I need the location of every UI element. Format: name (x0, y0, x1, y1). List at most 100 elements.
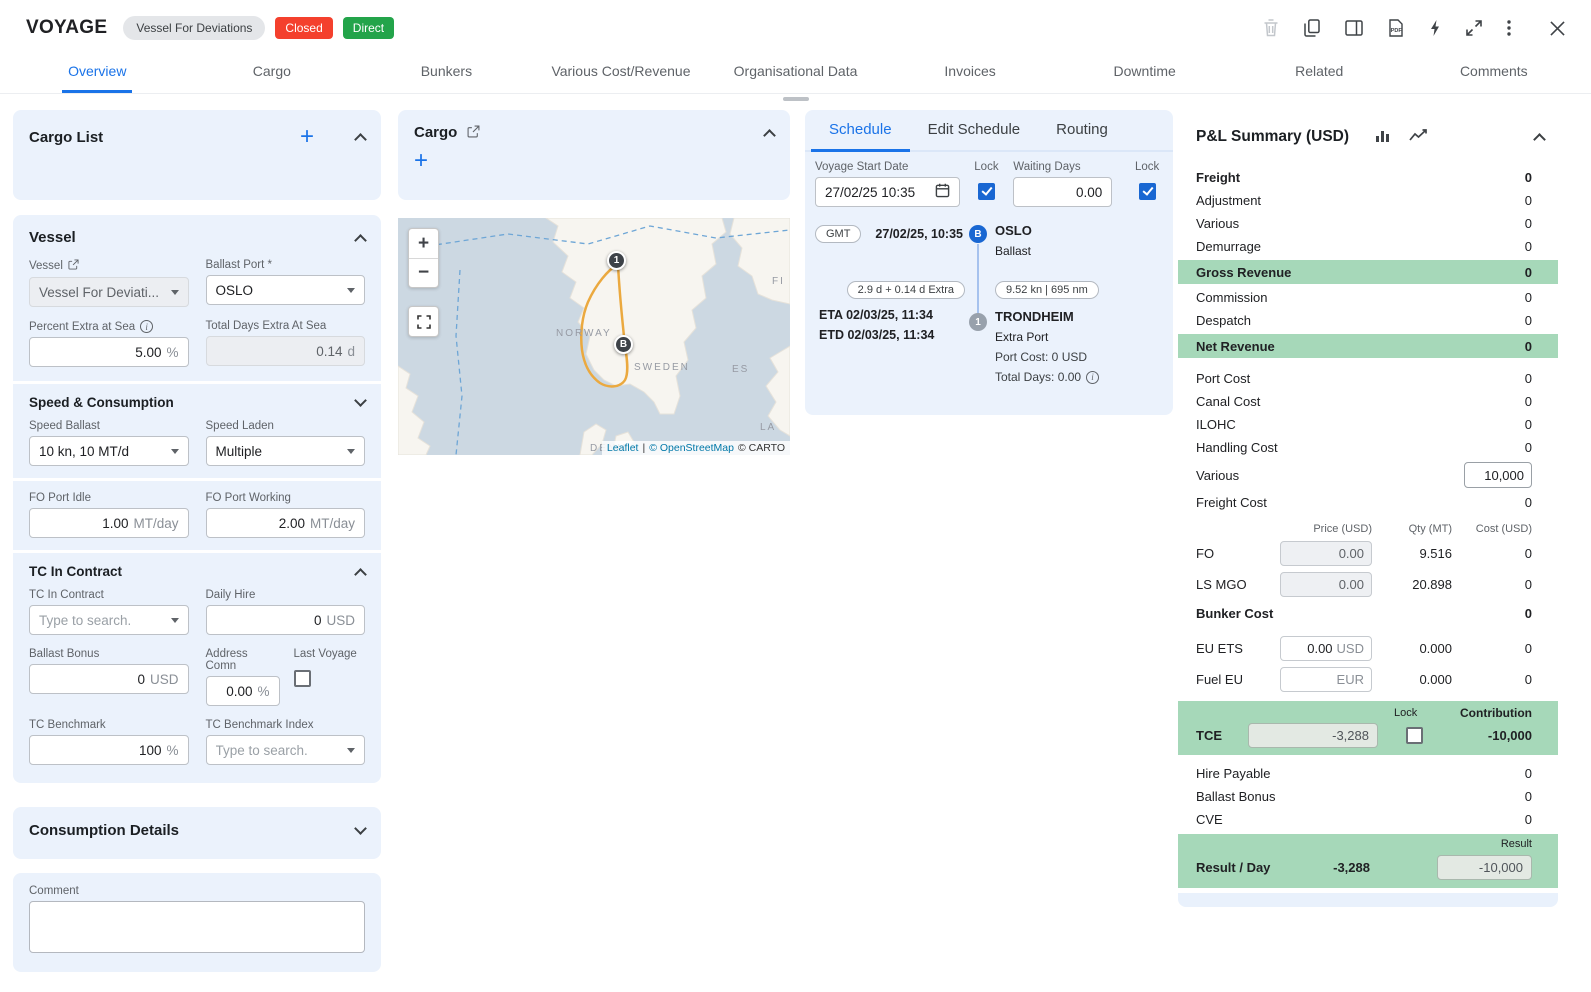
row-eu-ets: EU ETS 0.00USD 0.000 0 (1178, 633, 1558, 664)
pnl-row-gross-revenue: Gross Revenue0 (1178, 260, 1558, 284)
tab-comments[interactable]: Comments (1407, 56, 1582, 93)
ballast-bonus-input[interactable]: 0USD (29, 664, 189, 694)
tab-related[interactable]: Related (1232, 56, 1407, 93)
timezone-chip[interactable]: GMT (815, 225, 861, 243)
destination-port-name[interactable]: TRONDHEIM (995, 309, 1099, 324)
speed-ballast-label: Speed Ballast (29, 420, 100, 432)
bolt-icon[interactable] (1429, 19, 1441, 37)
add-cargo-item-button[interactable]: + (414, 151, 428, 171)
tce-input[interactable]: -3,288 (1248, 723, 1378, 748)
line-chart-icon[interactable] (1409, 128, 1428, 146)
calendar-icon[interactable] (935, 183, 950, 201)
tab-edit-schedule[interactable]: Edit Schedule (910, 110, 1039, 152)
tab-routing[interactable]: Routing (1038, 110, 1126, 152)
tc-contract-search-input[interactable]: Type to search. (29, 605, 189, 635)
info-icon[interactable]: i (140, 320, 153, 333)
tab-organisational-data[interactable]: Organisational Data (708, 56, 883, 93)
tc-benchmark-index-search-input[interactable]: Type to search. (206, 735, 366, 765)
address-comn-input[interactable]: 0.00% (206, 676, 280, 706)
vessel-select[interactable]: Vessel For Deviati... (29, 277, 189, 307)
zoom-in-button[interactable]: + (409, 229, 438, 258)
last-voyage-checkbox[interactable] (294, 670, 311, 687)
map-marker-1[interactable]: 1 (607, 251, 626, 270)
pnl-row-various-editable: Various 10,000 (1178, 459, 1558, 491)
dropdown-arrow-icon (347, 288, 355, 293)
origin-port-type: Ballast (995, 244, 1032, 258)
consumption-details-title: Consumption Details (29, 822, 179, 839)
cargo-list-panel: Cargo List + (13, 110, 381, 200)
collapse-cargo-panel-icon[interactable] (763, 129, 776, 142)
waiting-days-lock-checkbox[interactable] (1139, 183, 1156, 200)
pdf-icon[interactable]: PDF (1388, 19, 1404, 37)
timeline-marker-b[interactable]: B (969, 225, 987, 243)
map-attribution: Leaflet | © OpenStreetMap © CARTO (602, 441, 790, 455)
fo-port-idle-input[interactable]: 1.00MT/day (29, 508, 189, 538)
tab-various-cost-revenue[interactable]: Various Cost/Revenue (534, 56, 709, 93)
osm-link[interactable]: © OpenStreetMap (649, 442, 734, 454)
voyage-start-date-input[interactable]: 27/02/25 10:35 (815, 177, 960, 207)
leg-speed-distance-chip: 9.52 kn | 695 nm (995, 281, 1099, 299)
daily-hire-input[interactable]: 0USD (206, 605, 366, 635)
map-fullscreen-button[interactable] (408, 306, 439, 337)
waiting-days-label: Waiting Days (1013, 161, 1080, 173)
fuel-eu-price-input[interactable]: EUR (1280, 667, 1372, 692)
percent-extra-input[interactable]: 5.00% (29, 337, 189, 367)
map-marker-b[interactable]: B (614, 335, 633, 354)
tab-overview[interactable]: Overview (10, 56, 185, 93)
collapse-cargo-list-icon[interactable] (354, 133, 367, 146)
pnl-row-demurrage: Demurrage0 (1178, 235, 1558, 258)
leg-eta: ETA 02/03/25, 11:34 (819, 308, 933, 322)
origin-port-name[interactable]: OSLO (995, 223, 1032, 238)
pnl-row-canal-cost: Canal Cost0 (1178, 390, 1558, 413)
percent-extra-label: Percent Extra at Sea (29, 321, 135, 333)
tce-lock-checkbox[interactable] (1406, 727, 1423, 744)
copy-icon[interactable] (1304, 19, 1320, 37)
route-map[interactable]: NORWAY SWEDEN FI ES LA DENM + − 1 B Leaf… (398, 218, 790, 455)
collapse-speed-consumption-icon[interactable] (354, 394, 367, 407)
tab-schedule[interactable]: Schedule (811, 110, 910, 152)
map-label-norway: NORWAY (556, 328, 612, 339)
panel-drag-handle[interactable] (783, 97, 809, 101)
add-cargo-button[interactable]: + (300, 127, 314, 147)
close-icon[interactable] (1550, 21, 1565, 36)
tab-cargo[interactable]: Cargo (185, 56, 360, 93)
expand-icon[interactable] (1466, 20, 1482, 36)
schedule-timeline: B 1 GMT 27/02/25, 10:35 2.9 d + 0.14 d E… (805, 213, 1173, 393)
fo-price-input[interactable]: 0.00 (1280, 541, 1372, 566)
collapse-pnl-icon[interactable] (1533, 133, 1546, 146)
destination-port-type: Extra Port (995, 330, 1099, 344)
waiting-days-input[interactable]: 0.00 (1013, 177, 1112, 207)
status-badge-closed: Closed (275, 17, 332, 39)
speed-laden-select[interactable]: Multiple (206, 436, 366, 466)
pnl-row-port-cost: Port Cost0 (1178, 367, 1558, 390)
result-block: Result Result / Day -3,288 -10,000 (1178, 834, 1558, 888)
collapse-tc-contract-icon[interactable] (354, 568, 367, 581)
ballast-bonus-label: Ballast Bonus (29, 648, 99, 660)
bar-chart-icon[interactable] (1375, 128, 1390, 146)
voyage-start-lock-checkbox[interactable] (978, 183, 995, 200)
tab-bunkers[interactable]: Bunkers (359, 56, 534, 93)
timeline-marker-1[interactable]: 1 (969, 313, 987, 331)
delete-icon[interactable] (1263, 19, 1279, 37)
leaflet-link[interactable]: Leaflet (607, 442, 639, 454)
tc-in-contract-title: TC In Contract (29, 564, 122, 579)
book-icon[interactable] (1345, 20, 1363, 36)
fo-port-working-input[interactable]: 2.00MT/day (206, 508, 366, 538)
speed-ballast-select[interactable]: 10 kn, 10 MT/d (29, 436, 189, 466)
kebab-menu-icon[interactable] (1507, 19, 1511, 37)
expand-consumption-details-icon[interactable] (354, 822, 367, 835)
info-icon[interactable]: i (1086, 371, 1099, 384)
zoom-out-button[interactable]: − (409, 258, 438, 287)
various-cost-input[interactable]: 10,000 (1464, 462, 1532, 488)
tab-invoices[interactable]: Invoices (883, 56, 1058, 93)
comment-textarea[interactable] (29, 901, 365, 953)
open-cargo-external-icon[interactable] (467, 125, 480, 141)
ls-mgo-price-input[interactable]: 0.00 (1280, 572, 1372, 597)
ballast-port-select[interactable]: OSLO (206, 275, 366, 305)
collapse-vessel-icon[interactable] (354, 234, 367, 247)
tc-benchmark-input[interactable]: 100% (29, 735, 189, 765)
eu-ets-price-input[interactable]: 0.00USD (1280, 636, 1372, 661)
pnl-summary-panel: P&L Summary (USD) Freight0 Adjustment0 V… (1178, 110, 1558, 907)
tab-downtime[interactable]: Downtime (1057, 56, 1232, 93)
external-link-icon[interactable] (68, 259, 79, 273)
